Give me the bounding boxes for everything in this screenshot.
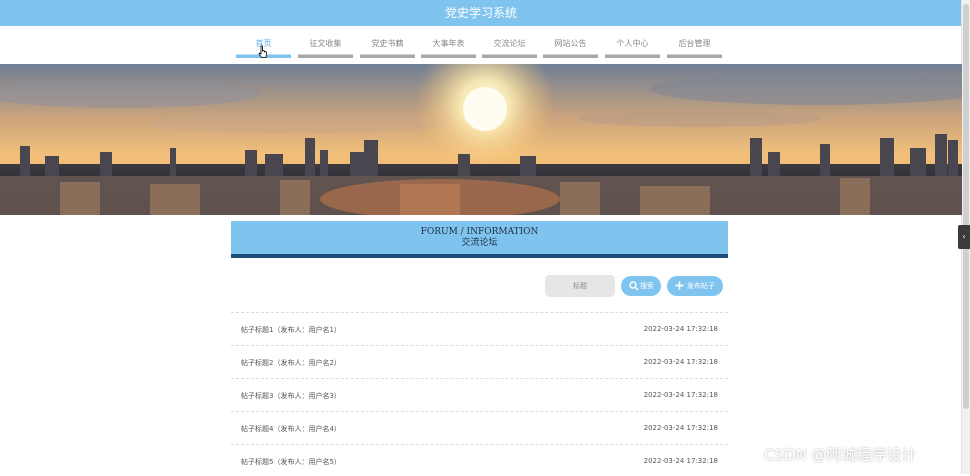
post-time: 2022-03-24 17:32:18 — [643, 424, 718, 432]
nav-underline — [482, 54, 537, 58]
nav-underline — [421, 54, 476, 58]
nav-item-label: 交流论坛 — [493, 39, 526, 48]
section-title-en: FORUM / INFORMATION — [420, 227, 539, 237]
nav-item-announcements[interactable]: 网站公告 — [543, 38, 598, 58]
scrollbar-thumb[interactable] — [963, 4, 969, 409]
nav-underline — [543, 54, 598, 58]
nav-item-label: 大事年表 — [432, 39, 465, 48]
nav-item-label: 征文收集 — [309, 39, 342, 48]
post-time: 2022-03-24 17:32:18 — [643, 358, 718, 366]
post-title: 帖子标题4（发布人：用户名4） — [241, 425, 341, 433]
nav-underline — [298, 54, 353, 58]
list-item[interactable]: 帖子标题4（发布人：用户名4） 2022-03-24 17:32:18 — [231, 411, 728, 443]
add-post-button[interactable]: 发布帖子 — [667, 276, 723, 296]
list-item[interactable]: 帖子标题3（发布人：用户名3） 2022-03-24 17:32:18 — [231, 378, 728, 410]
search-button[interactable]: 搜索 — [621, 276, 661, 296]
search-button-label: 搜索 — [640, 282, 654, 290]
nav-item-label: 个人中心 — [616, 39, 649, 48]
nav-item-label: 党史书籍 — [371, 39, 404, 48]
section-header: FORUM / INFORMATION 交流论坛 — [231, 221, 728, 258]
title-search-input[interactable]: 标题 — [545, 275, 615, 297]
search-placeholder: 标题 — [573, 282, 587, 290]
nav-item-forum[interactable]: 交流论坛 — [482, 38, 537, 58]
chevron-left-icon: ‹ — [962, 232, 966, 241]
side-collapse-tab[interactable]: ‹ — [958, 225, 970, 249]
post-list: 帖子标题1（发布人：用户名1） 2022-03-24 17:32:18 帖子标题… — [231, 312, 728, 476]
list-item[interactable]: 帖子标题5（发布人：用户名5） 2022-03-24 17:32:18 — [231, 444, 728, 476]
nav-item-essay-collection[interactable]: 征文收集 — [298, 38, 353, 58]
nav-item-admin[interactable]: 后台管理 — [667, 38, 722, 58]
nav-item-label: 网站公告 — [554, 39, 587, 48]
plus-icon — [675, 281, 684, 290]
mouse-cursor-icon — [258, 45, 267, 58]
search-icon — [629, 281, 639, 291]
list-item[interactable]: 帖子标题1（发布人：用户名1） 2022-03-24 17:32:18 — [231, 312, 728, 344]
nav-item-timeline[interactable]: 大事年表 — [421, 38, 476, 58]
post-title: 帖子标题1（发布人：用户名1） — [241, 326, 341, 334]
nav-item-profile[interactable]: 个人中心 — [605, 38, 660, 58]
list-item[interactable]: 帖子标题2（发布人：用户名2） 2022-03-24 17:32:18 — [231, 345, 728, 377]
post-title: 帖子标题2（发布人：用户名2） — [241, 359, 341, 367]
post-time: 2022-03-24 17:32:18 — [643, 391, 718, 399]
section-title-cn: 交流论坛 — [461, 238, 498, 248]
nav-underline — [605, 54, 660, 58]
app-title: 党史学习系统 — [444, 6, 517, 20]
post-time: 2022-03-24 17:32:18 — [643, 457, 718, 465]
post-time: 2022-03-24 17:32:18 — [643, 325, 718, 333]
nav-item-books[interactable]: 党史书籍 — [360, 38, 415, 58]
post-title: 帖子标题5（发布人：用户名5） — [241, 458, 341, 466]
add-post-button-label: 发布帖子 — [687, 282, 715, 290]
post-title: 帖子标题3（发布人：用户名3） — [241, 392, 341, 400]
app-title-bar: 党史学习系统 — [0, 0, 962, 26]
hero-banner-image — [0, 64, 962, 215]
watermark: CSDN @阿城程序设计 — [764, 446, 917, 464]
nav-item-label: 后台管理 — [678, 39, 711, 48]
nav-underline — [360, 54, 415, 58]
nav-underline — [667, 54, 722, 58]
